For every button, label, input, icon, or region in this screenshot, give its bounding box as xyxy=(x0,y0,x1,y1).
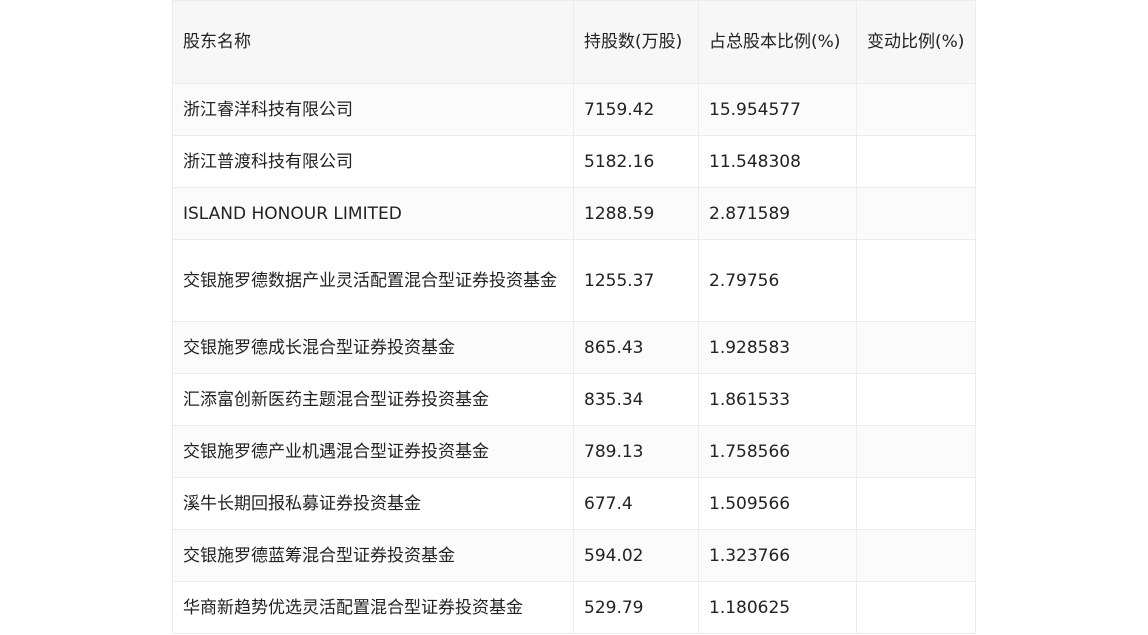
cell-shares-held: 1255.37 xyxy=(573,239,699,322)
cell-shares-held: 529.79 xyxy=(573,581,699,634)
cell-shares-held: 594.02 xyxy=(573,529,699,582)
cell-change-ratio xyxy=(856,477,976,530)
shareholder-table-container: 股东名称 持股数(万股) 占总股本比例(%) 变动比例(%) 浙江睿洋科技有限公… xyxy=(172,0,976,634)
cell-change-ratio xyxy=(856,239,976,322)
cell-shareholder-name: 交银施罗德蓝筹混合型证券投资基金 xyxy=(172,529,574,582)
cell-ownership-ratio: 1.758566 xyxy=(698,425,857,478)
cell-shareholder-name: 交银施罗德产业机遇混合型证券投资基金 xyxy=(172,425,574,478)
cell-shareholder-name: 浙江睿洋科技有限公司 xyxy=(172,83,574,136)
cell-shareholder-name: ISLAND HONOUR LIMITED xyxy=(172,187,574,240)
cell-change-ratio xyxy=(856,187,976,240)
cell-ownership-ratio: 11.548308 xyxy=(698,135,857,188)
header-ownership-ratio: 占总股本比例(%) xyxy=(698,0,857,84)
table-row: ISLAND HONOUR LIMITED 1288.59 2.871589 xyxy=(172,187,976,240)
cell-ownership-ratio: 2.79756 xyxy=(698,239,857,322)
cell-shares-held: 789.13 xyxy=(573,425,699,478)
cell-change-ratio xyxy=(856,529,976,582)
table-row: 交银施罗德产业机遇混合型证券投资基金 789.13 1.758566 xyxy=(172,425,976,478)
table-row: 汇添富创新医药主题混合型证券投资基金 835.34 1.861533 xyxy=(172,373,976,426)
header-shareholder-name: 股东名称 xyxy=(172,0,574,84)
cell-change-ratio xyxy=(856,135,976,188)
table-row: 华商新趋势优选灵活配置混合型证券投资基金 529.79 1.180625 xyxy=(172,581,976,634)
cell-ownership-ratio: 1.180625 xyxy=(698,581,857,634)
table-row: 溪牛长期回报私募证券投资基金 677.4 1.509566 xyxy=(172,477,976,530)
cell-change-ratio xyxy=(856,321,976,374)
table-row: 交银施罗德成长混合型证券投资基金 865.43 1.928583 xyxy=(172,321,976,374)
table-header-row: 股东名称 持股数(万股) 占总股本比例(%) 变动比例(%) xyxy=(172,0,976,84)
cell-change-ratio xyxy=(856,83,976,136)
cell-shareholder-name: 交银施罗德数据产业灵活配置混合型证券投资基金 xyxy=(172,239,574,322)
cell-ownership-ratio: 1.323766 xyxy=(698,529,857,582)
cell-ownership-ratio: 1.861533 xyxy=(698,373,857,426)
cell-ownership-ratio: 2.871589 xyxy=(698,187,857,240)
cell-change-ratio xyxy=(856,373,976,426)
cell-shareholder-name: 交银施罗德成长混合型证券投资基金 xyxy=(172,321,574,374)
cell-shares-held: 7159.42 xyxy=(573,83,699,136)
cell-shareholder-name: 浙江普渡科技有限公司 xyxy=(172,135,574,188)
header-shares-held: 持股数(万股) xyxy=(573,0,699,84)
cell-change-ratio xyxy=(856,425,976,478)
cell-shareholder-name: 汇添富创新医药主题混合型证券投资基金 xyxy=(172,373,574,426)
cell-ownership-ratio: 15.954577 xyxy=(698,83,857,136)
cell-ownership-ratio: 1.509566 xyxy=(698,477,857,530)
cell-shares-held: 5182.16 xyxy=(573,135,699,188)
cell-shares-held: 1288.59 xyxy=(573,187,699,240)
table-row: 交银施罗德数据产业灵活配置混合型证券投资基金 1255.37 2.79756 xyxy=(172,239,976,322)
header-change-ratio: 变动比例(%) xyxy=(856,0,976,84)
shareholder-table: 股东名称 持股数(万股) 占总股本比例(%) 变动比例(%) 浙江睿洋科技有限公… xyxy=(172,0,976,634)
table-row: 浙江睿洋科技有限公司 7159.42 15.954577 xyxy=(172,83,976,136)
cell-shareholder-name: 溪牛长期回报私募证券投资基金 xyxy=(172,477,574,530)
cell-ownership-ratio: 1.928583 xyxy=(698,321,857,374)
cell-shares-held: 865.43 xyxy=(573,321,699,374)
cell-change-ratio xyxy=(856,581,976,634)
cell-shares-held: 835.34 xyxy=(573,373,699,426)
cell-shares-held: 677.4 xyxy=(573,477,699,530)
table-row: 交银施罗德蓝筹混合型证券投资基金 594.02 1.323766 xyxy=(172,529,976,582)
cell-shareholder-name: 华商新趋势优选灵活配置混合型证券投资基金 xyxy=(172,581,574,634)
table-row: 浙江普渡科技有限公司 5182.16 11.548308 xyxy=(172,135,976,188)
